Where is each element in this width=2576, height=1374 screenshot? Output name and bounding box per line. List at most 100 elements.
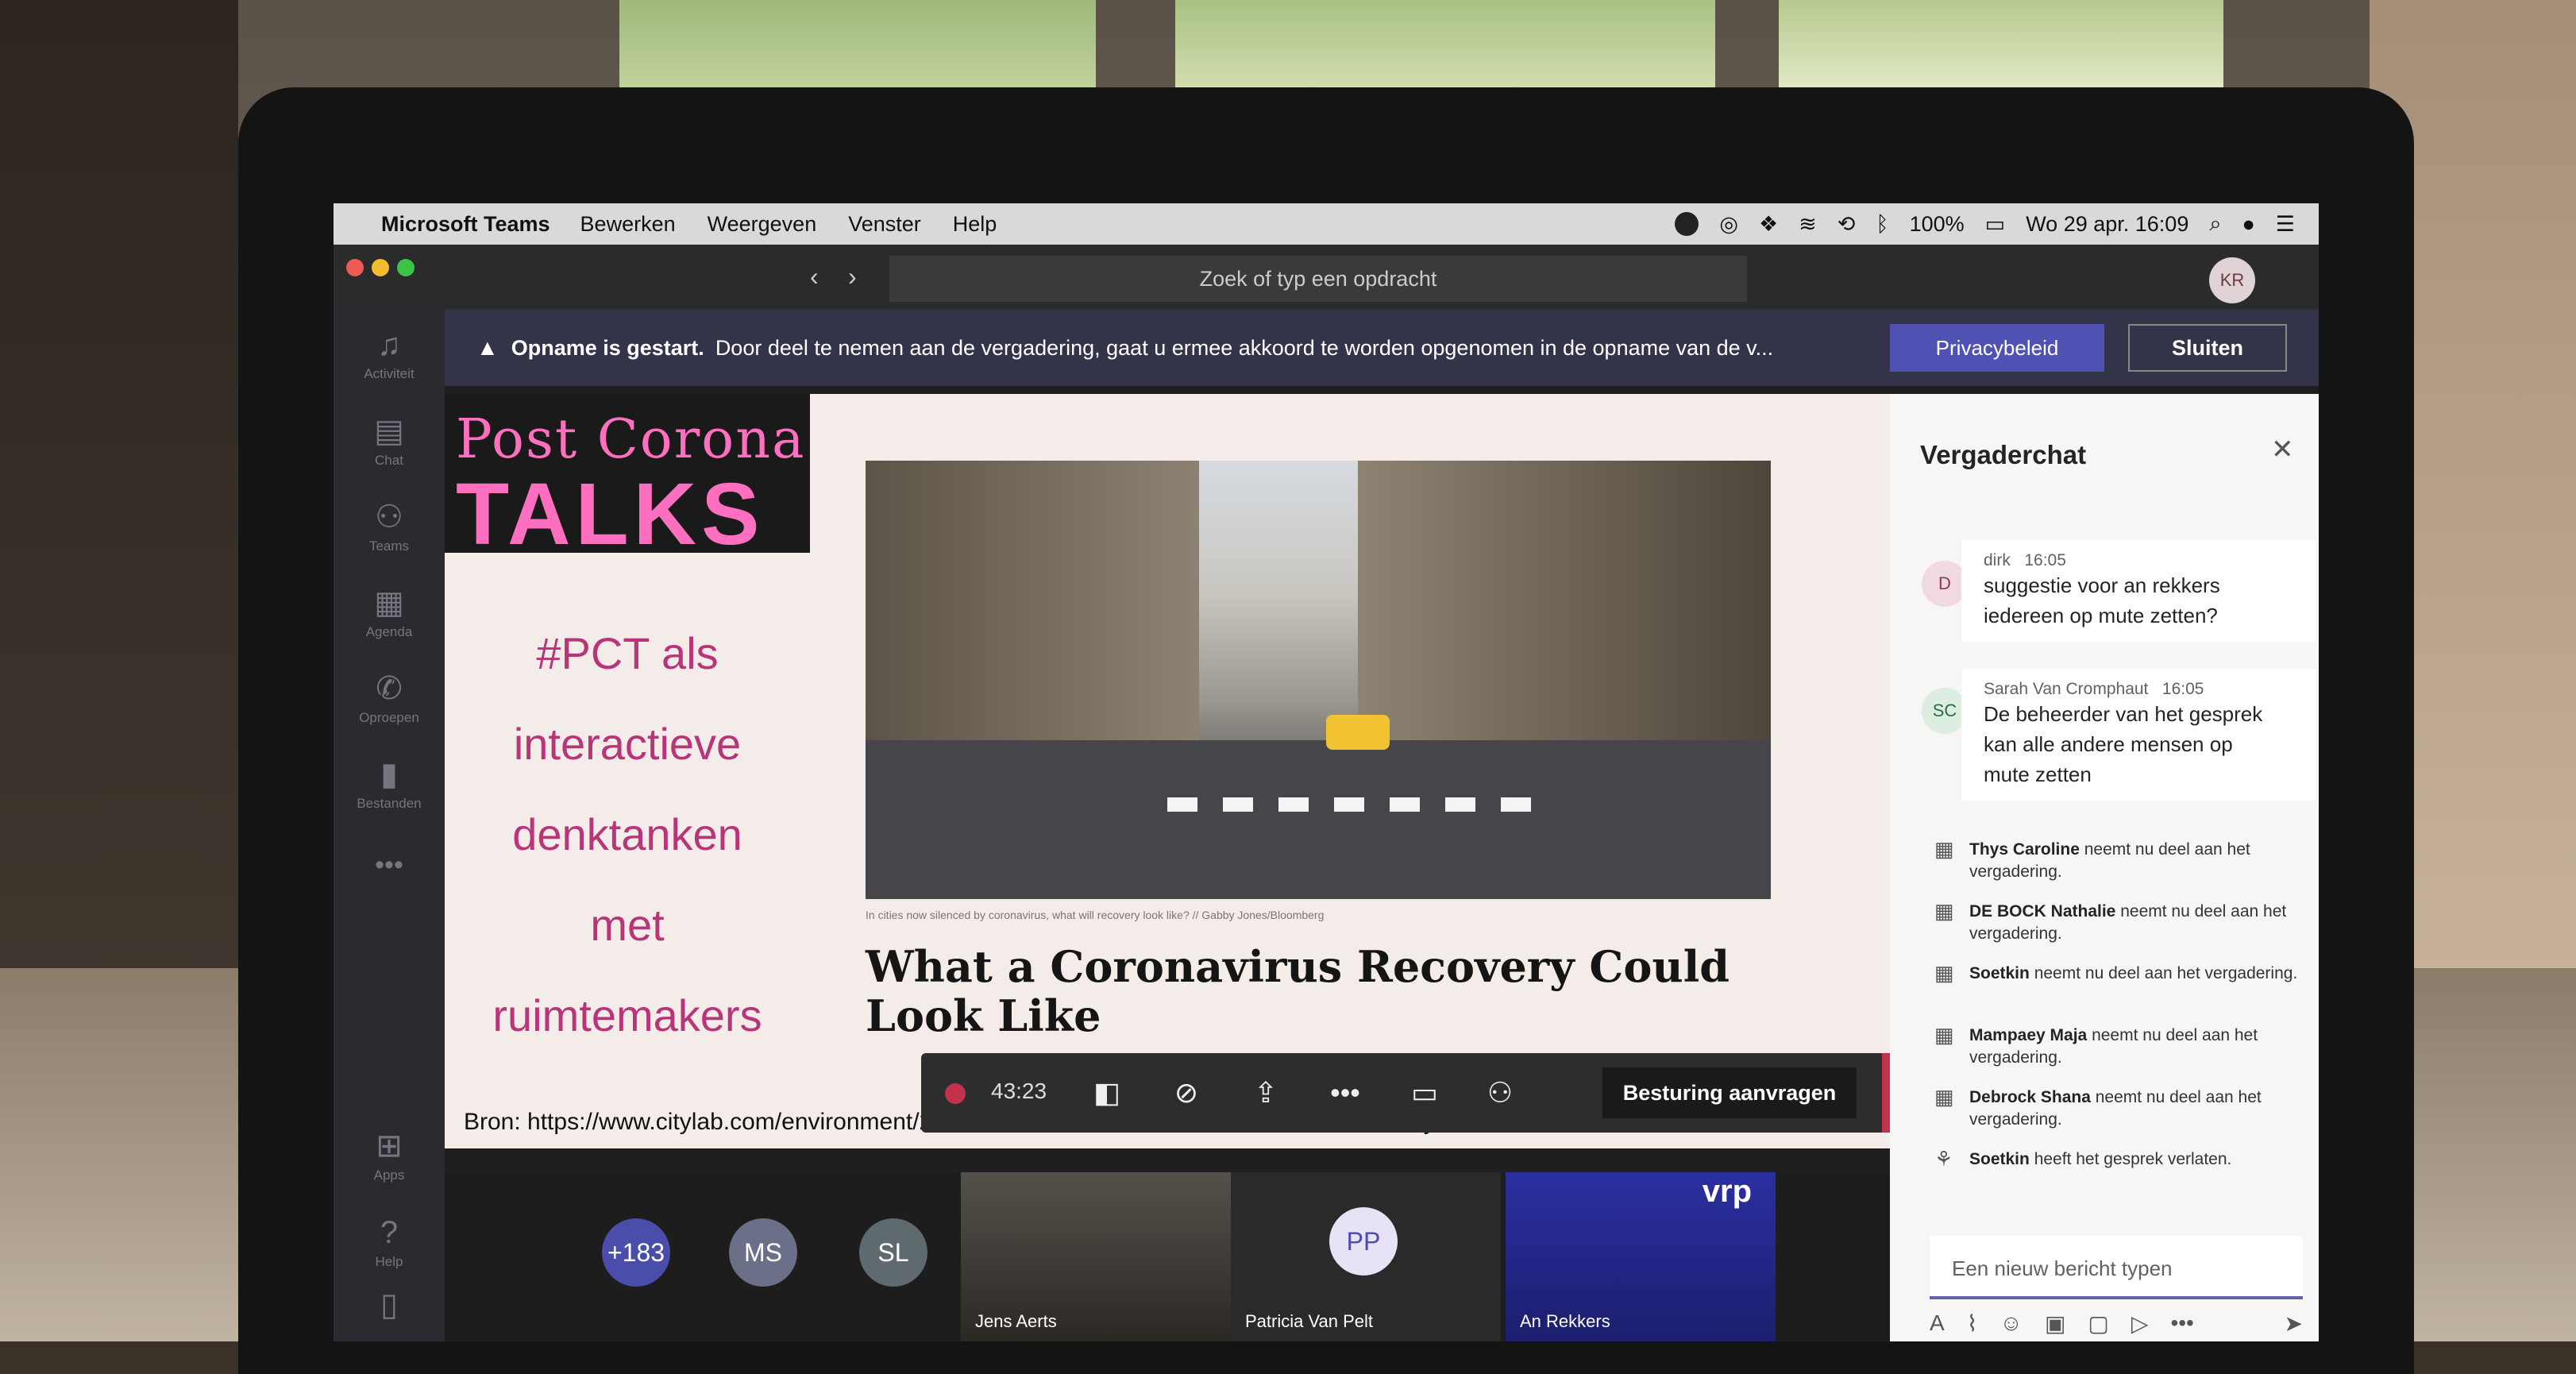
avatar-tile[interactable]: PP Patricia Van Pelt	[1231, 1172, 1501, 1341]
message-input[interactable]: Een nieuw bericht typen	[1930, 1236, 2303, 1299]
siri-icon[interactable]: ●	[2242, 212, 2254, 237]
rail-item-teams[interactable]: ⚇ Teams	[334, 499, 445, 554]
event-text: neemt nu deel aan het vergadering.	[2034, 964, 2298, 982]
join-event-icon: ▦	[1934, 961, 1954, 985]
event-name: Soetkin	[1969, 1150, 2030, 1168]
logo: Post Corona TALKS	[445, 394, 810, 563]
message-line: kan alle andere mensen op	[1984, 732, 2233, 756]
help-icon: ?	[380, 1215, 399, 1250]
device-icon[interactable]: ▯	[334, 1287, 445, 1326]
notification-center-icon[interactable]: ☰	[2276, 212, 2295, 237]
teams-icon: ⚇	[375, 500, 403, 535]
wifi-icon[interactable]: ≋	[1799, 212, 1817, 237]
rail-label: Chat	[375, 453, 403, 468]
rail-item-apps[interactable]: ⊞ Apps	[334, 1128, 445, 1183]
rail-item-help[interactable]: ? Help	[334, 1215, 445, 1270]
message-line: iedereen op mute zetten?	[1984, 604, 2218, 627]
more-apps-icon[interactable]: •••	[334, 850, 445, 881]
event-name: Debrock Shana	[1969, 1088, 2091, 1106]
meeting-chat-panel: Vergaderchat ✕ D dirk 16:05 suggestie vo…	[1890, 394, 2319, 1341]
rail-label: Help	[375, 1254, 403, 1269]
close-banner-button[interactable]: Sluiten	[2128, 324, 2287, 372]
crosswalk-stripe	[1278, 797, 1309, 812]
window-minimize-button[interactable]	[372, 259, 389, 276]
join-event-icon: ▦	[1934, 837, 1954, 861]
privacy-policy-button[interactable]: Privacybeleid	[1890, 324, 2104, 372]
recording-indicator-icon	[945, 1083, 966, 1104]
menu-item-weergeven[interactable]: Weergeven	[708, 212, 817, 237]
apps-icon: ⊞	[376, 1129, 403, 1164]
participant-name: An Rekkers	[1520, 1311, 1610, 1331]
bluetooth-icon[interactable]: ᛒ	[1876, 212, 1888, 237]
attach-icon[interactable]: ⌇	[1967, 1310, 1978, 1337]
rail-item-calls[interactable]: ✆ Oproepen	[334, 670, 445, 726]
event-text: heeft het gesprek verlaten.	[2034, 1150, 2232, 1168]
vrp-badge: vrp	[1702, 1174, 1752, 1209]
forward-arrow-icon[interactable]: ›	[848, 262, 857, 291]
chat-message: dirk 16:05 suggestie voor an rekkers ied…	[1961, 540, 2316, 642]
status-app-icon[interactable]	[1675, 212, 1699, 236]
crosswalk-stripe	[1334, 797, 1364, 812]
search-input[interactable]: Zoek of typ een opdracht	[889, 256, 1747, 302]
more-options-icon[interactable]: •••	[1326, 1075, 1364, 1110]
user-avatar[interactable]: KR	[2209, 257, 2255, 303]
window-close-button[interactable]	[346, 259, 364, 276]
gif-icon[interactable]: ▣	[2045, 1310, 2065, 1337]
battery-icon[interactable]: ▭	[1985, 212, 2006, 237]
warning-icon: ▲	[476, 335, 499, 360]
video-tile[interactable]: Jens Aerts	[961, 1172, 1231, 1341]
participant-strip: +183 MS SL Jens Aerts PP Patricia Van Pe…	[445, 1172, 1890, 1341]
rail-label: Activiteit	[364, 366, 415, 381]
recording-banner: ▲ Opname is gestart. Door deel te nemen …	[445, 310, 2319, 386]
emoji-icon[interactable]: ☺	[1999, 1310, 2023, 1337]
window-zoom-button[interactable]	[397, 259, 415, 276]
call-controls: 43:23 ◧ ⊘ ⇪ ••• ▭ ⚇ Besturing aanvragen …	[921, 1053, 1953, 1133]
rail-item-files[interactable]: ▮ Bestanden	[334, 756, 445, 812]
send-icon[interactable]: ➤	[2285, 1310, 2303, 1337]
message-meta: Sarah Van Cromphaut 16:05	[1984, 680, 2293, 699]
teams-titlebar: ‹ › ✎ Zoek of typ een opdracht KR	[334, 245, 2319, 310]
street-photo	[866, 461, 1771, 899]
rail-item-agenda[interactable]: ▦ Agenda	[334, 585, 445, 640]
sticker-icon[interactable]: ▢	[2088, 1310, 2108, 1337]
video-tile[interactable]: vrp An Rekkers	[1506, 1172, 1776, 1341]
chat-title: Vergaderchat	[1920, 440, 2087, 469]
crosswalk-stripe	[1445, 797, 1475, 812]
slide-text-line: #PCT als	[536, 628, 719, 678]
menu-item-help[interactable]: Help	[953, 212, 997, 237]
status-area: ◎ ❖ ≋ ⟲ ᛒ 100% ▭ Wo 29 apr. 16:09 ⌕ ● ☰	[1675, 211, 2319, 237]
participant-avatar[interactable]: SL	[859, 1218, 927, 1287]
rail-label: Oproepen	[359, 710, 419, 725]
battery-percent: 100%	[1909, 211, 1965, 236]
dropbox-icon[interactable]: ❖	[1759, 212, 1778, 237]
window-view	[1779, 0, 2223, 95]
event-name: Thys Caroline	[1969, 840, 2080, 859]
clock[interactable]: Wo 29 apr. 16:09	[2026, 212, 2188, 237]
participants-icon[interactable]: ⚇	[1481, 1075, 1519, 1110]
rail-item-activity[interactable]: ♫ Activiteit	[334, 327, 445, 382]
chat-icon: ▤	[374, 414, 404, 449]
request-control-button[interactable]: Besturing aanvragen	[1602, 1067, 1857, 1118]
overflow-count[interactable]: +183	[602, 1218, 670, 1287]
chat-toggle-icon[interactable]: ▭	[1406, 1075, 1444, 1110]
format-icon[interactable]: A	[1930, 1310, 1945, 1337]
phone-icon: ✆	[376, 671, 403, 706]
mic-off-icon[interactable]: ⊘	[1167, 1075, 1205, 1110]
share-screen-icon[interactable]: ⇪	[1247, 1075, 1285, 1110]
time-machine-icon[interactable]: ⟲	[1838, 212, 1856, 237]
rail-label: Teams	[368, 538, 410, 554]
participant-avatar[interactable]: MS	[729, 1218, 797, 1287]
slide-text-line: interactieve	[513, 719, 742, 769]
rail-item-chat[interactable]: ▤ Chat	[334, 413, 445, 469]
back-arrow-icon[interactable]: ‹	[810, 262, 819, 291]
close-chat-icon[interactable]: ✕	[2271, 434, 2294, 465]
camera-off-icon[interactable]: ◧	[1088, 1075, 1126, 1110]
app-rail: ♫ Activiteit ▤ Chat ⚇ Teams ▦ Agenda ✆ Oproep…	[334, 310, 445, 1341]
menu-app-name[interactable]: Microsoft Teams	[381, 212, 550, 237]
menu-item-venster[interactable]: Venster	[848, 212, 921, 237]
meet-now-icon[interactable]: ▷	[2131, 1310, 2149, 1337]
creative-cloud-icon[interactable]: ◎	[1719, 212, 1738, 237]
more-icon[interactable]: •••	[2170, 1310, 2193, 1337]
menu-item-bewerken[interactable]: Bewerken	[580, 212, 676, 237]
spotlight-icon[interactable]: ⌕	[2209, 211, 2221, 237]
